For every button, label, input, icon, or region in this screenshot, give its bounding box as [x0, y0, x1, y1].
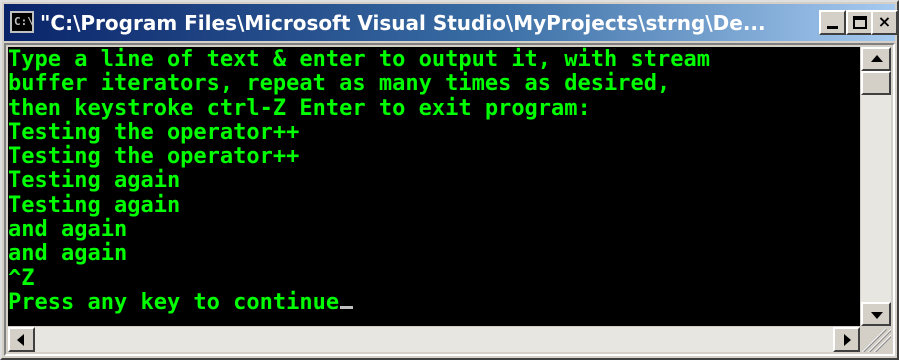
vertical-scrollbar[interactable] [861, 47, 891, 326]
console-prompt-line: Press any key to continue [8, 289, 860, 315]
window-title: "C:\Program Files\Microsoft Visual Studi… [40, 11, 766, 35]
console-line: ^Z [8, 265, 35, 291]
console-line-text: Press any key to continue [8, 289, 340, 315]
console-line: buffer iterators, repeat as many times a… [8, 71, 671, 97]
scroll-up-button[interactable] [861, 47, 891, 71]
console-icon[interactable]: C:\ [10, 11, 34, 33]
scroll-down-button[interactable] [861, 302, 891, 326]
arrow-right-icon [844, 334, 851, 346]
maximize-button[interactable] [846, 10, 873, 35]
console-line: Testing again [8, 192, 181, 218]
scroll-right-button[interactable] [833, 327, 860, 352]
console-window: C:\ "C:\Program Files\Microsoft Visual S… [0, 0, 899, 360]
console-line: then keystroke ctrl-Z Enter to exit prog… [8, 95, 591, 121]
arrow-left-icon [17, 334, 24, 346]
console-line: Testing again [8, 168, 181, 194]
arrow-down-icon [871, 312, 883, 319]
console-output[interactable]: Type a line of text & enter to output it… [8, 47, 860, 326]
console-line: Type a line of text & enter to output it… [8, 47, 710, 72]
text-cursor [340, 305, 354, 309]
console-client-area: Type a line of text & enter to output it… [4, 43, 895, 356]
scroll-left-button[interactable] [8, 327, 35, 352]
close-icon: × [877, 12, 892, 31]
title-bar[interactable]: C:\ "C:\Program Files\Microsoft Visual S… [4, 4, 898, 41]
arrow-up-icon [871, 55, 883, 62]
minimize-icon [827, 26, 838, 29]
resize-grip-icon[interactable] [861, 327, 891, 352]
horizontal-scrollbar[interactable] [8, 327, 860, 352]
console-line: Testing the operator++ [8, 119, 300, 145]
close-button[interactable]: × [871, 10, 898, 35]
minimize-button[interactable] [819, 10, 846, 35]
vertical-scroll-thumb[interactable] [861, 71, 891, 95]
console-line: and again [8, 241, 128, 267]
console-line: Testing the operator++ [8, 144, 300, 170]
console-line: and again [8, 217, 128, 243]
maximize-icon [853, 16, 867, 29]
